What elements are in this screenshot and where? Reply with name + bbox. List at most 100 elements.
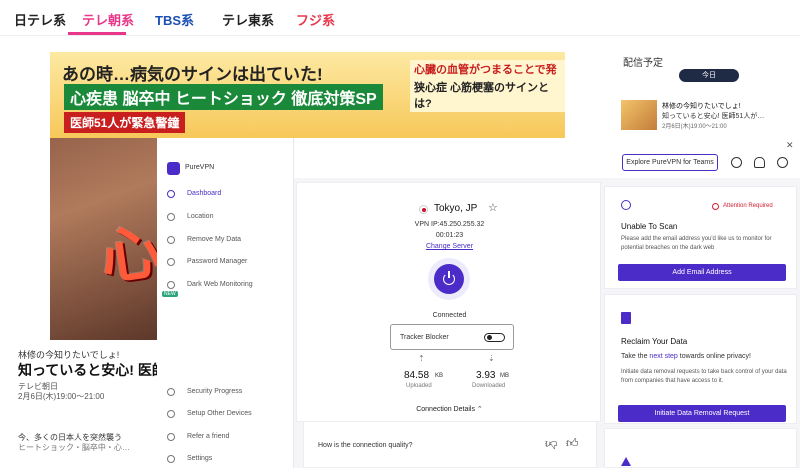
- reclaim-sub-pre: Take the: [621, 353, 648, 360]
- vpn-topbar: [294, 138, 800, 178]
- nav-dark-web-monitoring[interactable]: Dark Web Monitoring NEW: [157, 277, 294, 297]
- vpn-ip: VPN IP:45.250.255.32: [414, 221, 485, 228]
- devices-icon: [167, 410, 175, 418]
- purevpn-logo-icon: [167, 162, 180, 175]
- account-icon[interactable]: [777, 157, 788, 168]
- connection-quality-card: How is the connection quality? 👍︎ 👍︎: [303, 421, 597, 468]
- gear-icon: [167, 455, 175, 463]
- bell-icon[interactable]: [754, 157, 765, 168]
- tv-tab-tvtokyo[interactable]: テレ東系: [222, 10, 274, 29]
- next-step-link[interactable]: next step: [649, 353, 677, 360]
- thumbs-down-icon[interactable]: 👍︎: [545, 436, 558, 451]
- reclaim-sub-post: towards online privacy!: [679, 353, 751, 360]
- key-icon: [167, 258, 175, 266]
- new-badge: NEW: [162, 291, 178, 297]
- tv-network-nav: 日テレ系 テレ朝系 TBS系 テレ東系 フジ系: [0, 0, 800, 36]
- nav-label: Setup Other Devices: [187, 410, 252, 417]
- nav-password-manager[interactable]: Password Manager: [157, 254, 294, 272]
- reclaim-description: Initiate data removal requests to take b…: [621, 369, 787, 384]
- dark-web-scan-card: Attention Required Unable To Scan Please…: [604, 186, 797, 289]
- nav-refer-a-friend[interactable]: Refer a friend: [157, 429, 294, 447]
- eraser-icon: [167, 236, 175, 244]
- nav-label: Settings: [187, 455, 213, 462]
- hero-headline: あの時…病気のサインは出ていた!: [62, 65, 323, 84]
- scan-title: Unable To Scan: [621, 222, 678, 231]
- nav-label: Security Progress: [187, 388, 243, 395]
- close-icon[interactable]: ✕: [786, 140, 794, 151]
- hero-subheadline: 心疾患 脳卒中 ヒートショック 徹底対策SP: [64, 84, 383, 110]
- tracker-blocker-label: Tracker Blocker: [400, 334, 449, 341]
- reclaim-title: Reclaim Your Data: [621, 337, 688, 346]
- upload-value: 84.58: [404, 370, 430, 381]
- radar-icon: [167, 281, 175, 289]
- download-label: Downloaded: [472, 383, 506, 389]
- change-server-link[interactable]: Change Server: [297, 243, 602, 250]
- app-name: PureVPN: [185, 164, 215, 171]
- japan-flag-icon: [419, 205, 428, 214]
- nav-label: Dark Web Monitoring: [187, 281, 253, 288]
- connection-card: Tokyo, JP ☆ VPN IP:45.250.255.32 00:01:2…: [296, 182, 601, 422]
- nav-settings[interactable]: Settings: [157, 451, 294, 469]
- shield-icon: [167, 388, 175, 396]
- hero-caption-2: 狭心症 心筋梗塞のサインとは?: [410, 78, 565, 112]
- home-icon: [167, 190, 175, 198]
- download-value: 3.93: [476, 370, 496, 381]
- vpn-sidebar: PureVPN Dashboard Location Remove My Dat…: [157, 138, 294, 468]
- favorite-star-icon[interactable]: ☆: [488, 201, 498, 214]
- hero-warning: 医師51人が緊急警鐘: [64, 112, 186, 133]
- reclaim-data-card: Reclaim Your Data Take the next step tow…: [604, 294, 797, 424]
- program-time: 2月6日(木)19:00～21:00: [18, 392, 105, 401]
- nav-label: Refer a friend: [187, 433, 230, 440]
- attention-required: Attention Required: [723, 203, 773, 209]
- scan-description: Please add the email address you'd like …: [621, 236, 772, 251]
- connected-location[interactable]: Tokyo, JP: [434, 203, 477, 214]
- schedule-item-subtitle: 知っていると安心! 医師51人が…: [662, 113, 765, 120]
- active-tab-underline: [68, 32, 126, 35]
- tv-tab-tbs[interactable]: TBS系: [155, 10, 194, 29]
- tracker-blocker-box: Tracker Blocker: [390, 324, 514, 350]
- initiate-removal-button[interactable]: Initiate Data Removal Request: [618, 405, 786, 422]
- connection-timer: 00:01:23: [435, 232, 464, 239]
- nav-security-progress[interactable]: Security Progress: [157, 384, 294, 402]
- download-arrow-icon: ⇣: [488, 354, 495, 363]
- explore-teams-button[interactable]: Explore PureVPN for Teams: [622, 154, 718, 171]
- nav-remove-my-data[interactable]: Remove My Data: [157, 232, 294, 250]
- schedule-heading: 配信予定: [623, 58, 663, 69]
- nav-label: Password Manager: [187, 258, 248, 265]
- nav-label: Dashboard: [187, 190, 222, 197]
- quality-question: How is the connection quality?: [318, 442, 413, 449]
- next-card: [604, 428, 797, 468]
- program-desc-2: ヒートショック・脳卒中・心…: [18, 443, 130, 452]
- schedule-item-title[interactable]: 林修の今知りたいでしょ!: [662, 101, 741, 111]
- tracker-blocker-toggle[interactable]: [484, 333, 505, 342]
- alert-icon: [712, 203, 719, 210]
- download-unit: MB: [500, 373, 509, 379]
- tv-tab-tvasahi[interactable]: テレ朝系: [82, 10, 134, 29]
- nav-label: Location: [187, 213, 214, 220]
- nav-setup-other-devices[interactable]: Setup Other Devices: [157, 406, 294, 424]
- radar-icon: [621, 200, 631, 210]
- nav-dashboard[interactable]: Dashboard: [157, 186, 294, 204]
- purevpn-window: PureVPN Dashboard Location Remove My Dat…: [157, 138, 800, 468]
- schedule-thumbnail[interactable]: [621, 100, 657, 130]
- upload-label: Uploaded: [406, 383, 432, 389]
- today-tab[interactable]: 今日: [679, 69, 739, 82]
- help-icon[interactable]: [731, 157, 742, 168]
- upload-unit: KB: [435, 373, 444, 379]
- thumbs-up-icon[interactable]: 👍︎: [566, 436, 579, 451]
- schedule-item-time: 2月6日(木)19:00～21:00: [662, 124, 727, 130]
- gift-icon: [167, 433, 175, 441]
- power-button[interactable]: [434, 264, 464, 294]
- connection-details-label: Connection Details: [416, 406, 475, 413]
- nav-label: Remove My Data: [187, 236, 242, 243]
- connection-details-toggle[interactable]: Connection Details ⌃: [297, 405, 602, 413]
- nav-location[interactable]: Location: [157, 209, 294, 227]
- triangle-icon: [621, 457, 631, 466]
- document-icon: [621, 312, 631, 324]
- globe-icon: [167, 213, 175, 221]
- reclaim-subtitle: Take the next step towards online privac…: [621, 353, 751, 360]
- add-email-button[interactable]: Add Email Address: [618, 264, 786, 281]
- tv-tab-fuji[interactable]: フジ系: [296, 10, 335, 29]
- upload-arrow-icon: ⇡: [418, 354, 425, 363]
- tv-tab-ntv[interactable]: 日テレ系: [14, 10, 66, 29]
